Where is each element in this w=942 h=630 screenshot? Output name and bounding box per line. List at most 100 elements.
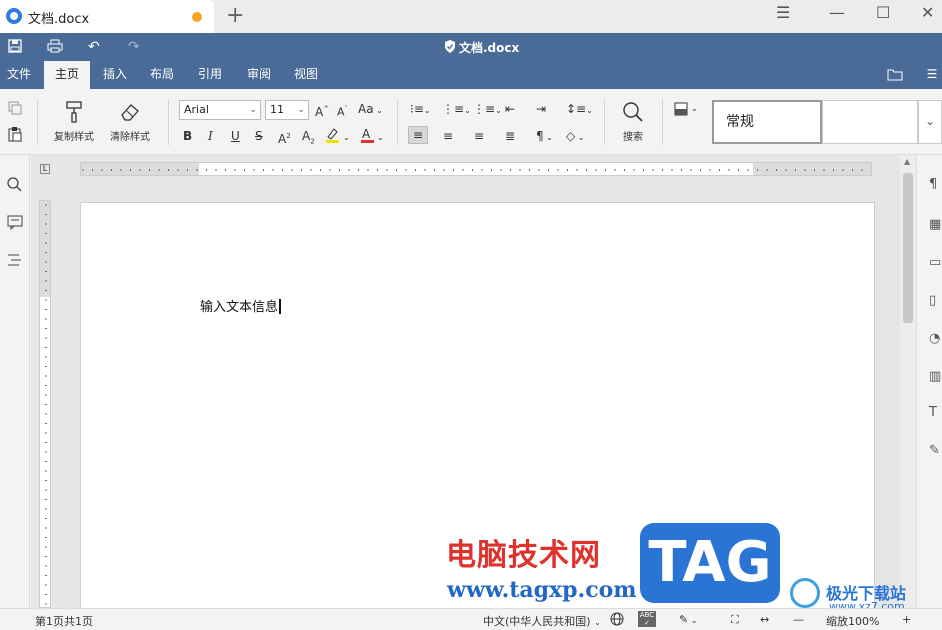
paste-icon[interactable]: [8, 127, 22, 145]
italic-icon[interactable]: I: [208, 129, 213, 143]
copy-icon[interactable]: [8, 101, 22, 118]
style-gallery-expand-icon[interactable]: ⌄: [918, 100, 942, 144]
zoom-level: 缩放100%: [826, 615, 880, 628]
shape-icon[interactable]: ◔: [929, 331, 940, 346]
copy-style-button[interactable]: 复制样式: [48, 101, 100, 143]
shading-icon[interactable]: ◇ ⌄: [566, 129, 584, 145]
page-color-dropdown-icon[interactable]: ⌄: [691, 102, 698, 116]
close-button[interactable]: ✕: [921, 4, 934, 22]
table-icon[interactable]: ▦: [929, 217, 941, 232]
undo-icon[interactable]: ↶: [88, 39, 100, 55]
zoom-out-icon[interactable]: —: [793, 613, 804, 626]
tab-stop-selector[interactable]: L: [40, 164, 50, 174]
paragraph-mark-icon[interactable]: ¶ ⌄: [536, 129, 553, 145]
align-left-icon[interactable]: ≡: [408, 126, 428, 144]
more-menu-icon[interactable]: ☰: [922, 61, 942, 89]
bullet-list-icon[interactable]: ⁝≡⌄: [410, 102, 431, 118]
font-size-select[interactable]: 11 ⌄: [265, 100, 309, 120]
new-tab-button[interactable]: +: [226, 4, 244, 28]
font-name-value: Arial: [184, 103, 209, 116]
font-color-dropdown-icon[interactable]: ⌄: [377, 131, 384, 145]
text-art-icon[interactable]: T: [929, 405, 937, 420]
tab-file[interactable]: 文件: [0, 61, 38, 89]
minimize-button[interactable]: —: [829, 4, 845, 22]
fit-width-icon[interactable]: ↔: [760, 613, 769, 626]
outline-icon[interactable]: [7, 253, 22, 271]
redo-icon[interactable]: ↷: [128, 39, 140, 55]
grow-font-icon[interactable]: A^: [315, 102, 329, 119]
superscript-icon[interactable]: A2: [278, 129, 291, 146]
tab-home[interactable]: 主页: [44, 61, 90, 89]
text-cursor: [279, 299, 281, 314]
clear-style-label: 清除样式: [110, 132, 150, 143]
image-icon[interactable]: ▭: [929, 255, 941, 270]
page-count: 第1页共1页: [35, 615, 93, 628]
highlight-dropdown-icon[interactable]: ⌄: [343, 131, 350, 145]
globe-icon[interactable]: [610, 612, 624, 629]
align-right-icon[interactable]: ≡: [474, 129, 484, 143]
tab-references[interactable]: 引用: [191, 61, 229, 89]
document-text[interactable]: 输入文本信息: [200, 296, 281, 315]
comment-icon[interactable]: [7, 215, 23, 234]
bold-icon[interactable]: B: [183, 129, 192, 143]
tab-view[interactable]: 视图: [287, 61, 325, 89]
align-center-icon[interactable]: ≡: [443, 129, 453, 143]
print-icon[interactable]: [47, 39, 63, 57]
chart-icon[interactable]: ▥: [929, 369, 941, 384]
watermark-tag-logo: TAG: [640, 523, 780, 603]
save-icon[interactable]: [8, 39, 22, 57]
paragraph-settings-icon[interactable]: ¶: [929, 177, 937, 192]
scrollbar-thumb[interactable]: [903, 173, 913, 323]
document-tab[interactable]: 文档.docx: [0, 0, 214, 33]
horizontal-ruler-ticks: [81, 163, 871, 175]
justify-icon[interactable]: ≣: [505, 129, 515, 143]
search-button[interactable]: 搜索: [614, 101, 652, 143]
spell-check-icon[interactable]: ABC ✓: [638, 611, 656, 627]
document-tab-title: 文档.docx: [28, 12, 90, 27]
page-color-icon[interactable]: [674, 102, 688, 119]
highlight-color-icon[interactable]: [325, 127, 339, 146]
numbered-list-icon[interactable]: ⋮≡⌄: [442, 102, 471, 118]
font-color-icon[interactable]: A: [360, 127, 374, 146]
font-size-value: 11: [270, 103, 284, 116]
track-changes-icon[interactable]: ✎ ⌄: [679, 613, 697, 626]
change-case-icon[interactable]: Aa ⌄: [358, 102, 383, 118]
eraser-icon: [121, 104, 139, 121]
watermark-url: www.tagxp.com: [447, 577, 637, 603]
menu-icon[interactable]: ☰: [776, 4, 790, 22]
vertical-scrollbar[interactable]: ▲: [900, 155, 916, 608]
header-footer-icon[interactable]: ▯: [929, 293, 936, 308]
tab-review[interactable]: 审阅: [240, 61, 278, 89]
find-icon[interactable]: [7, 177, 22, 196]
unsaved-indicator-icon: [192, 12, 202, 22]
decrease-indent-icon[interactable]: ⇤: [505, 102, 515, 116]
fit-page-icon[interactable]: ⛶: [731, 613, 739, 627]
style-normal[interactable]: 常规: [712, 100, 822, 144]
zoom-in-icon[interactable]: +: [902, 613, 911, 626]
multilevel-list-icon[interactable]: ⋮≡⌄: [473, 102, 502, 118]
language-select[interactable]: 中文(中华人民共和国) ⌄: [483, 613, 601, 629]
shrink-font-icon[interactable]: Aˇ: [337, 102, 348, 120]
line-spacing-icon[interactable]: ↕≡⌄: [566, 102, 593, 118]
tab-layout[interactable]: 布局: [143, 61, 181, 89]
vertical-ruler[interactable]: [39, 200, 51, 608]
font-name-select[interactable]: Arial ⌄: [179, 100, 261, 120]
increase-indent-icon[interactable]: ⇥: [536, 102, 546, 116]
underline-icon[interactable]: U: [231, 129, 240, 143]
status-bar: 第1页共1页 中文(中华人民共和国) ⌄ ABC ✓ ✎ ⌄ ⛶ ↔ — 缩放10…: [0, 608, 942, 630]
svg-text:A: A: [362, 127, 371, 141]
vertical-ruler-ticks: [40, 201, 50, 605]
clear-style-button[interactable]: 清除样式: [104, 101, 156, 143]
watermark-brand-logo: [790, 578, 820, 608]
strikethrough-icon[interactable]: S: [255, 129, 263, 143]
scroll-up-icon[interactable]: ▲: [904, 157, 910, 166]
signature-icon[interactable]: ✎: [929, 443, 940, 458]
maximize-button[interactable]: ☐: [876, 4, 890, 22]
tab-insert[interactable]: 插入: [96, 61, 134, 89]
format-painter-icon: [66, 101, 82, 123]
folder-icon[interactable]: [884, 61, 906, 89]
document-text-content: 输入文本信息: [200, 300, 279, 315]
style-gallery[interactable]: [822, 100, 918, 144]
subscript-icon[interactable]: A2: [302, 129, 315, 148]
horizontal-ruler[interactable]: [80, 162, 872, 176]
